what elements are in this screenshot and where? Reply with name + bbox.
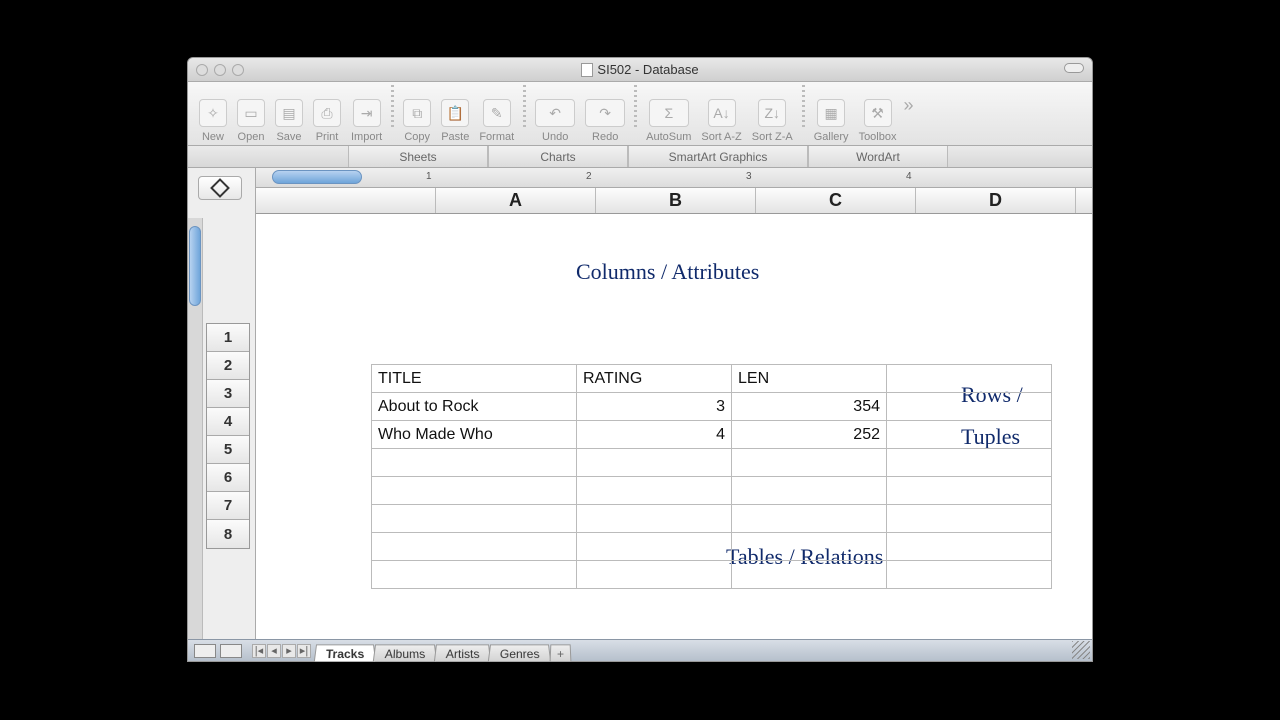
- row-header[interactable]: 4: [207, 408, 249, 436]
- save-button[interactable]: ▤Save: [270, 99, 308, 143]
- row-header[interactable]: 5: [207, 436, 249, 464]
- column-headers: A B C D: [256, 188, 1092, 214]
- sheet-area: 1 2 3 4 A B C D Columns / Attributes Row…: [256, 168, 1092, 639]
- last-sheet-button[interactable]: ▸|: [297, 644, 311, 658]
- cell-empty[interactable]: [887, 365, 1052, 393]
- sort-za-button[interactable]: Z↓Sort Z-A: [747, 99, 798, 143]
- row-header[interactable]: 8: [207, 520, 249, 548]
- sheet-tab-genres[interactable]: Genres: [488, 644, 552, 661]
- window-title: SI502 - Database: [597, 62, 698, 77]
- status-bar: |◂ ◂ ▸ ▸| Tracks Albums Artists Genres +: [188, 639, 1092, 661]
- sheet-tabs: Tracks Albums Artists Genres +: [315, 640, 570, 661]
- print-button[interactable]: ⎙Print: [308, 99, 346, 143]
- toolbox-button[interactable]: ⚒Toolbox: [854, 99, 902, 143]
- tab-sheets[interactable]: Sheets: [348, 146, 488, 167]
- row-header[interactable]: 6: [207, 464, 249, 492]
- prev-sheet-button[interactable]: ◂: [267, 644, 281, 658]
- left-gutter: 1 2 3 4 5 6 7 8: [188, 168, 256, 639]
- undo-button[interactable]: ↶Undo: [530, 99, 580, 143]
- row-headers: 1 2 3 4 5 6 7 8: [206, 323, 250, 549]
- row-header[interactable]: 1: [207, 324, 249, 352]
- sheet-tab-artists[interactable]: Artists: [434, 644, 491, 661]
- add-sheet-button[interactable]: +: [549, 644, 571, 661]
- resize-handle-icon[interactable]: [1072, 641, 1090, 659]
- sheet-tab-albums[interactable]: Albums: [373, 644, 437, 661]
- tab-charts[interactable]: Charts: [488, 146, 628, 167]
- cell-rating[interactable]: 3: [577, 393, 732, 421]
- app-window: SI502 - Database ✧New ▭Open ▤Save ⎙Print…: [187, 57, 1093, 662]
- redo-button[interactable]: ↷Redo: [580, 99, 630, 143]
- row-header[interactable]: 3: [207, 380, 249, 408]
- cell-title[interactable]: About to Rock: [372, 393, 577, 421]
- toolbar-toggle-button[interactable]: [1064, 63, 1084, 73]
- format-button[interactable]: ✎Format: [474, 99, 519, 143]
- paste-button[interactable]: 📋Paste: [436, 99, 474, 143]
- copy-button[interactable]: ⧉Copy: [398, 99, 436, 143]
- autosum-button[interactable]: ΣAutoSum: [641, 99, 696, 143]
- sheet-tab-tracks[interactable]: Tracks: [314, 644, 376, 661]
- overflow-icon[interactable]: »: [903, 95, 913, 116]
- column-header[interactable]: D: [916, 188, 1076, 213]
- cell-empty[interactable]: [887, 393, 1052, 421]
- main-toolbar: ✧New ▭Open ▤Save ⎙Print ⇥Import ⧉Copy 📋P…: [188, 82, 1092, 146]
- cell-header-len[interactable]: LEN: [732, 365, 887, 393]
- first-sheet-button[interactable]: |◂: [252, 644, 266, 658]
- cell-len[interactable]: 354: [732, 393, 887, 421]
- horizontal-ruler: 1 2 3 4: [256, 168, 1092, 188]
- name-box[interactable]: [198, 176, 242, 200]
- workspace: 1 2 3 4 5 6 7 8 1 2 3 4 A B C: [188, 168, 1092, 639]
- next-sheet-button[interactable]: ▸: [282, 644, 296, 658]
- vertical-ruler: [188, 218, 203, 639]
- new-button[interactable]: ✧New: [194, 99, 232, 143]
- h-ruler-thumb[interactable]: [272, 170, 362, 184]
- sheet-canvas[interactable]: Columns / Attributes Rows / Tuples Table…: [256, 214, 1092, 639]
- cell-title[interactable]: Who Made Who: [372, 421, 577, 449]
- tab-smartart[interactable]: SmartArt Graphics: [628, 146, 808, 167]
- cell-header-title[interactable]: TITLE: [372, 365, 577, 393]
- v-ruler-thumb[interactable]: [189, 226, 201, 306]
- cell-header-rating[interactable]: RATING: [577, 365, 732, 393]
- page-view-button[interactable]: [220, 644, 242, 658]
- row-header[interactable]: 7: [207, 492, 249, 520]
- tab-wordart[interactable]: WordArt: [808, 146, 948, 167]
- annotation-columns: Columns / Attributes: [576, 259, 759, 285]
- cell-len[interactable]: 252: [732, 421, 887, 449]
- data-grid[interactable]: TITLE RATING LEN About to Rock 3 354 Who…: [371, 364, 1052, 589]
- gallery-button[interactable]: ▦Gallery: [809, 99, 854, 143]
- import-button[interactable]: ⇥Import: [346, 99, 387, 143]
- column-header[interactable]: C: [756, 188, 916, 213]
- cell-rating[interactable]: 4: [577, 421, 732, 449]
- open-button[interactable]: ▭Open: [232, 99, 270, 143]
- cell-empty[interactable]: [887, 421, 1052, 449]
- diamond-icon: [210, 178, 230, 198]
- row-header[interactable]: 2: [207, 352, 249, 380]
- document-icon: [581, 63, 593, 77]
- column-header[interactable]: A: [436, 188, 596, 213]
- normal-view-button[interactable]: [194, 644, 216, 658]
- ribbon-subtabs: Sheets Charts SmartArt Graphics WordArt: [188, 146, 1092, 168]
- titlebar: SI502 - Database: [188, 58, 1092, 82]
- sort-az-button[interactable]: A↓Sort A-Z: [696, 99, 746, 143]
- column-header[interactable]: B: [596, 188, 756, 213]
